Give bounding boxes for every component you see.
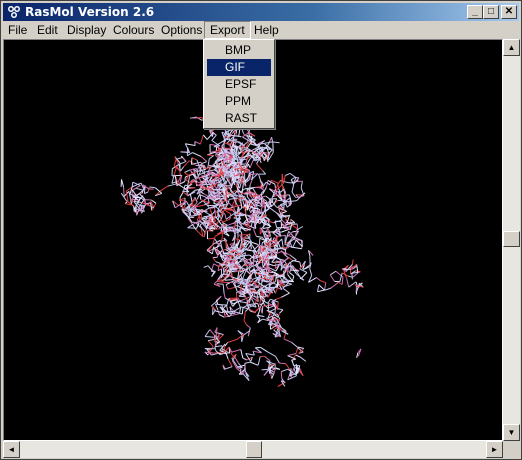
vertical-scrollbar[interactable]: ▲ ▼ — [503, 39, 520, 441]
rasmol-window: RasMol Version 2.6 _ □ ✕ File Edit Displ… — [0, 0, 522, 460]
scroll-right-button[interactable]: ► — [486, 441, 503, 458]
rasmol-app-icon — [8, 6, 20, 18]
menu-file[interactable]: File — [3, 22, 32, 38]
export-gif-item[interactable]: GIF — [207, 59, 271, 76]
vertical-scroll-thumb[interactable] — [503, 231, 520, 247]
horizontal-scroll-thumb[interactable] — [246, 441, 262, 458]
menu-edit[interactable]: Edit — [32, 22, 63, 38]
minimize-button[interactable]: _ — [467, 5, 483, 19]
export-bmp-item[interactable]: BMP — [207, 42, 271, 59]
menu-export[interactable]: Export — [204, 21, 251, 39]
export-epsf-item[interactable]: EPSF — [207, 76, 271, 93]
export-rast-item[interactable]: RAST — [207, 110, 271, 127]
scrollbar-corner — [503, 441, 520, 458]
horizontal-scrollbar[interactable]: ◄ ► — [3, 441, 503, 458]
export-ppm-item[interactable]: PPM — [207, 93, 271, 110]
title-bar[interactable]: RasMol Version 2.6 _ □ ✕ — [3, 3, 519, 21]
menu-options[interactable]: Options — [156, 22, 207, 38]
close-button[interactable]: ✕ — [501, 5, 517, 19]
scroll-up-button[interactable]: ▲ — [503, 39, 520, 56]
scroll-down-button[interactable]: ▼ — [503, 424, 520, 441]
window-title: RasMol Version 2.6 — [25, 5, 155, 19]
menu-help[interactable]: Help — [249, 22, 284, 38]
menu-colours[interactable]: Colours — [108, 22, 159, 38]
export-dropdown-menu: BMP GIF EPSF PPM RAST — [203, 39, 275, 129]
menu-bar: File Edit Display Colours Options Export… — [3, 21, 519, 39]
maximize-button[interactable]: □ — [483, 5, 499, 19]
menu-display[interactable]: Display — [62, 22, 111, 38]
scroll-left-button[interactable]: ◄ — [3, 441, 20, 458]
bonds-group — [120, 115, 364, 387]
